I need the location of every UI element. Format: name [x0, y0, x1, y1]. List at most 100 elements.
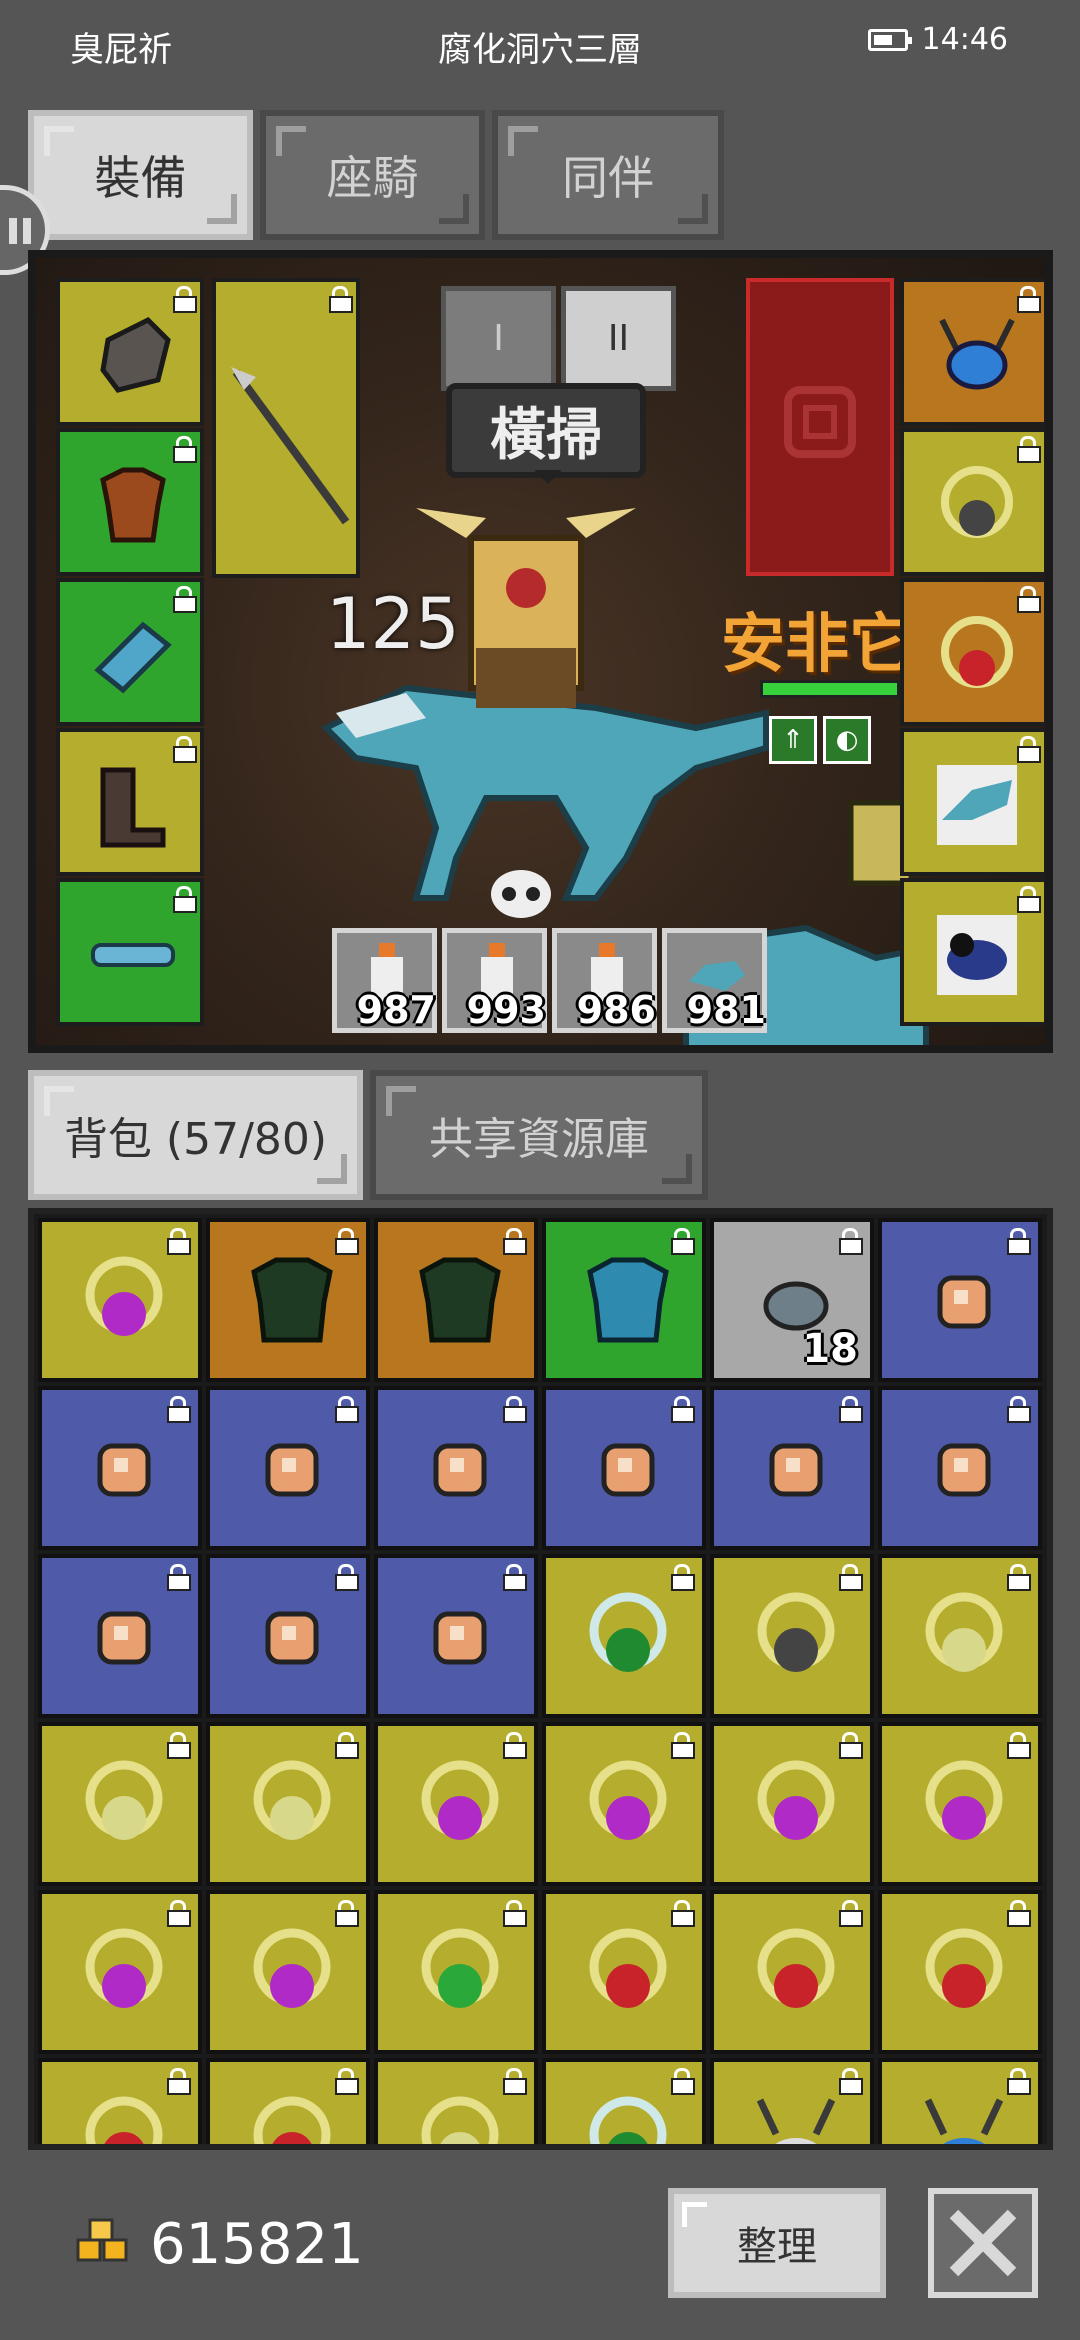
bag-item-meat[interactable]: [710, 1386, 874, 1550]
bag-item-amulet-purple[interactable]: [710, 1722, 874, 1886]
bag-item-horned-helm-blue[interactable]: [878, 2058, 1042, 2144]
amulet-pale-icon: [925, 1592, 1003, 1672]
tab-backpack[interactable]: 背包 (57/80): [28, 1070, 363, 1200]
rank-up-icon: ⇑: [769, 716, 817, 764]
bag-item-amulet-purple[interactable]: [374, 1722, 538, 1886]
bag-item-amulet-purple[interactable]: [38, 1218, 202, 1382]
horned-helm-icon: [756, 2098, 836, 2144]
bag-item-amulet-green[interactable]: [374, 1890, 538, 2054]
bag-item-horned-helm[interactable]: [710, 2058, 874, 2144]
lock-icon: [1016, 886, 1041, 913]
bag-item-meat[interactable]: [374, 1386, 538, 1550]
potion-slot-4[interactable]: 981: [662, 928, 767, 1033]
amulet-pale-icon: [421, 2096, 499, 2144]
equip-slot-armor[interactable]: [56, 428, 204, 576]
equip-slot-pet[interactable]: [900, 878, 1045, 1026]
potion-count: 986: [576, 988, 656, 1032]
lock-icon: [670, 1900, 695, 1927]
bag-item-meat[interactable]: [38, 1554, 202, 1718]
bag-item-amulet-red[interactable]: [38, 2058, 202, 2144]
enemy-hp-bar: [760, 680, 900, 698]
lock-icon: [172, 586, 197, 613]
equip-slot-belt[interactable]: [56, 878, 204, 1026]
lock-icon: [670, 2068, 695, 2095]
equip-slot-amulet-1[interactable]: [900, 428, 1045, 576]
lock-icon: [1006, 1900, 1031, 1927]
equip-slot-boots[interactable]: [56, 728, 204, 876]
lock-icon: [334, 2068, 359, 2095]
bag-item-amulet-pale[interactable]: [38, 1722, 202, 1886]
lock-icon: [166, 1564, 191, 1591]
equip-slot-bracer[interactable]: [56, 578, 204, 726]
lock-icon: [334, 1228, 359, 1255]
lock-icon: [166, 2068, 191, 2095]
bag-item-meat[interactable]: [38, 1386, 202, 1550]
equip-slot-weapon[interactable]: [212, 278, 360, 578]
bag-item-amulet-black[interactable]: [710, 1554, 874, 1718]
amulet-red-icon: [589, 1928, 667, 2008]
bag-item-amulet-green-silver[interactable]: [542, 2058, 706, 2144]
meat-icon: [433, 1443, 487, 1497]
bag-item-amulet-purple[interactable]: [878, 1722, 1042, 1886]
bag-item-teal-armor[interactable]: [542, 1218, 706, 1382]
equip-slot-amulet-2[interactable]: [900, 578, 1045, 726]
bag-item-amulet-green-silver[interactable]: [542, 1554, 706, 1718]
lock-icon: [502, 1900, 527, 1927]
bag-item-amulet-purple[interactable]: [542, 1722, 706, 1886]
bag-item-amulet-purple[interactable]: [206, 1890, 370, 2054]
teal-armor-icon: [587, 1257, 669, 1343]
equip-slot-gloves[interactable]: [56, 278, 204, 426]
bag-item-meat[interactable]: [374, 1554, 538, 1718]
amulet-red-icon: [757, 1928, 835, 2008]
spear-icon: [231, 367, 350, 525]
lock-icon: [166, 1228, 191, 1255]
equip-slot-helmet[interactable]: [900, 278, 1045, 426]
lock-icon: [334, 1396, 359, 1423]
bag-item-meat[interactable]: [206, 1554, 370, 1718]
tab-mount[interactable]: 座騎: [260, 110, 485, 240]
bag-item-meat[interactable]: [878, 1218, 1042, 1382]
bag-item-amulet-pale[interactable]: [374, 2058, 538, 2144]
bag-item-meat[interactable]: [878, 1386, 1042, 1550]
amulet-red-icon: [925, 1928, 1003, 2008]
bag-item-dark-armor[interactable]: [206, 1218, 370, 1382]
tab-shared-storage[interactable]: 共享資源庫: [370, 1070, 708, 1200]
bag-item-amulet-pale[interactable]: [878, 1554, 1042, 1718]
bag-item-amulet-purple[interactable]: [38, 1890, 202, 2054]
bag-item-meat[interactable]: [542, 1386, 706, 1550]
boots-icon: [100, 767, 166, 848]
equip-slot-mount-item[interactable]: [900, 728, 1045, 876]
bag-item-amulet-red[interactable]: [878, 1890, 1042, 2054]
potion-slot-3[interactable]: 986: [552, 928, 657, 1033]
tab-companion[interactable]: 同伴: [492, 110, 724, 240]
lock-icon: [502, 1564, 527, 1591]
lock-icon: [166, 1732, 191, 1759]
potion-slot-2[interactable]: 993: [442, 928, 547, 1033]
bird-pet-icon: [937, 915, 1017, 995]
lock-icon: [838, 1396, 863, 1423]
gold-amount: 615821: [150, 2212, 364, 2277]
bag-item-meat[interactable]: [206, 1386, 370, 1550]
amulet-black-icon: [757, 1592, 835, 1672]
lock-icon: [502, 1396, 527, 1423]
lock-icon: [670, 1396, 695, 1423]
bag-item-amulet-pale[interactable]: [206, 1722, 370, 1886]
skill-tab-2[interactable]: II: [561, 286, 676, 391]
bag-item-ore[interactable]: 18: [710, 1218, 874, 1382]
potion-slot-1[interactable]: 987: [332, 928, 437, 1033]
bag-item-dark-armor[interactable]: [374, 1218, 538, 1382]
bag-item-amulet-red[interactable]: [710, 1890, 874, 2054]
lock-icon: [1016, 736, 1041, 763]
close-button[interactable]: [928, 2188, 1038, 2298]
lock-icon: [172, 286, 197, 313]
meat-icon: [265, 1443, 319, 1497]
bag-item-amulet-red[interactable]: [206, 2058, 370, 2144]
tab-equipment[interactable]: 裝備: [28, 110, 253, 240]
meat-icon: [97, 1443, 151, 1497]
bag-item-amulet-red[interactable]: [542, 1890, 706, 2054]
sort-button[interactable]: 整理: [668, 2188, 886, 2298]
lock-icon: [502, 1228, 527, 1255]
lock-icon: [166, 1396, 191, 1423]
skill-tab-1[interactable]: I: [441, 286, 556, 391]
equip-slot-special[interactable]: [746, 278, 894, 576]
